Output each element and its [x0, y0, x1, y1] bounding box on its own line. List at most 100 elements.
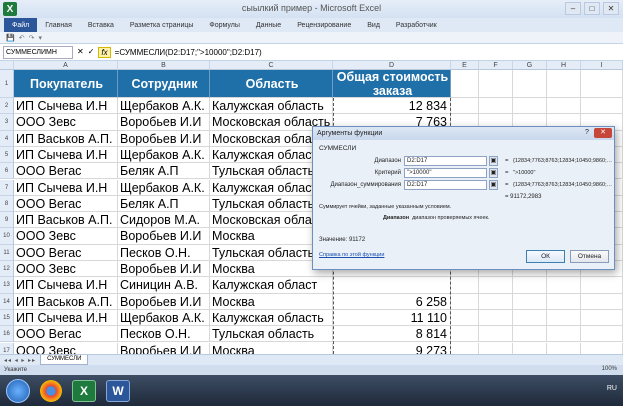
row-header[interactable]: 1 [0, 70, 14, 98]
table-cell-employee[interactable]: Сидоров М.А. [118, 212, 210, 229]
empty-cell[interactable] [479, 309, 513, 327]
empty-cell[interactable] [479, 277, 513, 294]
column-header-i[interactable]: I [581, 61, 623, 70]
column-header-d[interactable]: D [333, 61, 451, 70]
table-cell-employee[interactable]: Песков О.Н. [118, 326, 210, 343]
row-header[interactable]: 13 [0, 277, 14, 294]
table-cell-buyer[interactable]: ООО Вегас [14, 163, 118, 180]
empty-cell[interactable] [451, 309, 479, 327]
table-cell-buyer[interactable]: ООО Зевс [14, 228, 118, 245]
dialog-close-button[interactable]: ✕ [594, 128, 612, 138]
table-cell-region[interactable]: Калужская область [210, 98, 333, 115]
column-header-f[interactable]: F [479, 61, 513, 70]
header-cell-buyer[interactable]: Покупатель [14, 70, 118, 98]
tab-data[interactable]: Данные [248, 22, 289, 29]
close-window-button[interactable]: ✕ [603, 2, 619, 15]
empty-cell[interactable] [451, 326, 479, 343]
chrome-icon[interactable] [40, 379, 62, 402]
empty-cell[interactable] [513, 309, 547, 327]
row-header[interactable]: 7 [0, 179, 14, 196]
empty-cell[interactable] [479, 342, 513, 354]
tab-view[interactable]: Вид [359, 22, 388, 29]
table-cell-employee[interactable]: Воробьев И.И [118, 293, 210, 310]
tab-page-layout[interactable]: Разметка страницы [122, 22, 202, 29]
table-cell-employee[interactable]: Песков О.Н. [118, 244, 210, 261]
select-all-corner[interactable] [0, 61, 14, 70]
table-cell-buyer[interactable]: ООО Вегас [14, 244, 118, 261]
table-cell-employee[interactable]: Беляк А.П [118, 195, 210, 213]
empty-cell[interactable] [581, 277, 623, 294]
table-cell-buyer[interactable]: ИП Сычева И.Н [14, 309, 118, 327]
tab-formulas[interactable]: Формулы [201, 22, 247, 29]
arg-input-criteria[interactable]: ">10000" [404, 167, 487, 178]
empty-cell[interactable] [581, 293, 623, 310]
excel-taskbar-icon[interactable]: X [72, 379, 96, 402]
formula-input[interactable]: =СУММЕСЛИ(D2:D17;">10000";D2:D17) [115, 48, 262, 57]
header-cell-region[interactable]: Область [210, 70, 333, 98]
empty-cell[interactable] [547, 70, 581, 98]
tab-insert[interactable]: Вставка [80, 22, 122, 29]
start-button-icon[interactable] [6, 378, 30, 403]
table-cell-employee[interactable]: Беляк А.П [118, 163, 210, 180]
sum-range-picker-icon[interactable]: ▣ [489, 179, 498, 190]
row-header[interactable]: 9 [0, 212, 14, 229]
table-cell-buyer[interactable]: ИП Сычева И.Н [14, 179, 118, 196]
row-header[interactable]: 16 [0, 326, 14, 343]
table-cell-employee[interactable]: Щербаков А.К. [118, 98, 210, 115]
sheet-tab-active[interactable]: СУММЕСЛИ [40, 355, 89, 365]
column-header-b[interactable]: B [118, 61, 210, 70]
minimize-button[interactable]: – [565, 2, 581, 15]
empty-cell[interactable] [479, 98, 513, 115]
empty-cell[interactable] [581, 326, 623, 343]
sheet-nav-arrows[interactable]: ◂◂ ◂ ▸ ▸▸ [0, 357, 40, 364]
table-cell-buyer[interactable]: ИП Сычева И.Н [14, 98, 118, 115]
table-cell-buyer[interactable]: ИП Васьков А.П. [14, 293, 118, 310]
table-cell-region[interactable]: Калужская област [210, 277, 333, 294]
column-header-c[interactable]: C [210, 61, 333, 70]
empty-cell[interactable] [547, 277, 581, 294]
language-indicator[interactable]: RU [607, 385, 617, 392]
empty-cell[interactable] [479, 326, 513, 343]
empty-cell[interactable] [547, 342, 581, 354]
empty-cell[interactable] [479, 70, 513, 98]
empty-cell[interactable] [513, 70, 547, 98]
tab-review[interactable]: Рецензирование [289, 22, 359, 29]
row-header[interactable]: 17 [0, 342, 14, 354]
column-header-a[interactable]: A [14, 61, 118, 70]
row-header[interactable]: 14 [0, 293, 14, 310]
arg-input-sum-range[interactable]: D2:D17 [404, 179, 487, 190]
customize-qat-icon[interactable]: ▾ [38, 34, 42, 42]
row-header[interactable]: 4 [0, 130, 14, 147]
empty-cell[interactable] [513, 342, 547, 354]
empty-cell[interactable] [547, 293, 581, 310]
empty-cell[interactable] [451, 293, 479, 310]
table-cell-employee[interactable]: Воробьев И.И [118, 261, 210, 278]
table-cell-employee[interactable]: Щербаков А.К. [118, 309, 210, 327]
table-cell-employee[interactable]: Воробьев И.И [118, 114, 210, 131]
table-cell-buyer[interactable]: ИП Васьков А.П. [14, 212, 118, 229]
enter-formula-icon[interactable]: ✓ [88, 47, 95, 58]
row-header[interactable]: 8 [0, 195, 14, 213]
column-header-h[interactable]: H [547, 61, 581, 70]
dialog-help-icon[interactable]: ? [582, 128, 592, 138]
empty-cell[interactable] [451, 98, 479, 115]
criteria-picker-icon[interactable]: ▣ [489, 167, 498, 178]
empty-cell[interactable] [513, 98, 547, 115]
insert-function-icon[interactable]: fx [98, 47, 111, 58]
tab-file[interactable]: Файл [4, 18, 38, 32]
table-cell-buyer[interactable]: ИП Сычева И.Н [14, 146, 118, 164]
table-cell-buyer[interactable]: ИП Сычева И.Н [14, 277, 118, 294]
tab-developer[interactable]: Разработчик [388, 22, 445, 29]
table-cell-employee[interactable]: Воробьев И.И [118, 130, 210, 147]
zoom-level[interactable]: 100% [602, 366, 617, 372]
empty-cell[interactable] [581, 98, 623, 115]
row-header[interactable]: 6 [0, 163, 14, 180]
header-cell-total[interactable]: Общая стоимость заказа [333, 70, 451, 98]
empty-cell[interactable] [451, 277, 479, 294]
tab-home[interactable]: Главная [37, 22, 80, 29]
empty-cell[interactable] [451, 342, 479, 354]
empty-cell[interactable] [547, 309, 581, 327]
empty-cell[interactable] [581, 342, 623, 354]
row-header[interactable]: 11 [0, 244, 14, 261]
table-cell-region[interactable]: Москва [210, 293, 333, 310]
